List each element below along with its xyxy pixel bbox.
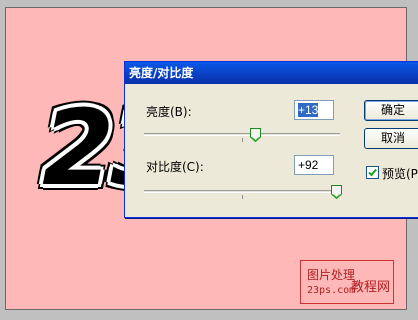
contrast-slider-track[interactable]: [144, 190, 340, 193]
brightness-value: +13: [298, 103, 319, 117]
brightness-slider-track[interactable]: [144, 133, 340, 136]
brightness-slider-center-tick: [242, 138, 243, 142]
preview-label: 预览(P): [382, 167, 418, 181]
ok-button[interactable]: 确定: [364, 100, 418, 121]
contrast-slider-center-tick: [242, 195, 243, 199]
watermark-line-1: 图片处理: [307, 268, 356, 282]
watermark-line-3: 教程网: [351, 280, 391, 295]
dialog-title: 亮度/对比度: [129, 66, 194, 80]
dialog-titlebar[interactable]: 亮度/对比度: [125, 62, 418, 84]
brightness-input[interactable]: +13: [294, 100, 334, 120]
brightness-slider-thumb[interactable]: [250, 128, 262, 142]
check-mark-icon: [368, 168, 377, 177]
preview-checkbox[interactable]: [366, 166, 379, 179]
dialog-client-area: 亮度(B): +13 对比度(C): +92 确定 取消 预览(P): [128, 86, 418, 214]
brightness-contrast-dialog: 亮度/对比度 亮度(B): +13 对比度(C): +92 确定 取消 预览(P…: [124, 61, 418, 218]
watermark-url: 23ps.com: [307, 285, 356, 296]
contrast-slider-thumb[interactable]: [330, 185, 342, 199]
watermark-stamp: 图片处理 教程网 23ps.com: [300, 260, 394, 304]
contrast-label: 对比度(C):: [146, 160, 204, 174]
brightness-label: 亮度(B):: [146, 105, 192, 119]
contrast-value: +92: [298, 158, 319, 172]
contrast-input[interactable]: +92: [294, 155, 334, 175]
cancel-button[interactable]: 取消: [364, 128, 418, 149]
